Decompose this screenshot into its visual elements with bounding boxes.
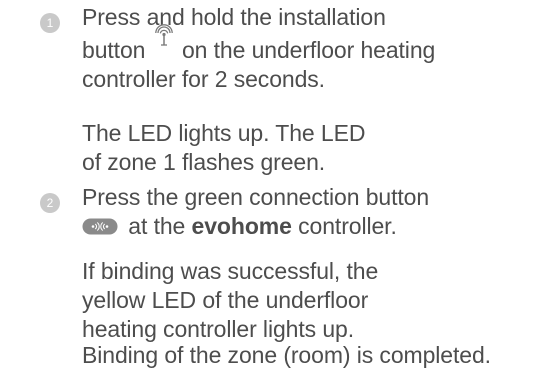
instruction-line-end: controller. xyxy=(298,213,397,239)
result-line: Binding of the zone (room) is completed. xyxy=(82,342,491,368)
result-line: yellow LED of the underfloor xyxy=(82,287,369,313)
step-number-badge: 1 xyxy=(40,13,60,33)
instruction-line: Press and hold the installation xyxy=(82,4,386,30)
step-2-result-success: If binding was successful, the yellow LE… xyxy=(82,257,552,344)
instruction-line-prefix: button xyxy=(82,37,146,63)
result-line: of zone 1 flashes green. xyxy=(82,149,326,175)
step-1-instruction: Press and hold the installation button o… xyxy=(82,3,552,94)
instruction-line: controller for 2 seconds. xyxy=(82,66,325,92)
result-line: heating controller lights up. xyxy=(82,316,354,342)
installation-signal-icon xyxy=(154,24,174,50)
step-2-result-completed: Binding of the zone (room) is completed. xyxy=(82,341,552,370)
instruction-line-suffix: on the underfloor heating xyxy=(181,37,436,63)
result-line: The LED lights up. The LED xyxy=(82,120,366,146)
result-line: If binding was successful, the xyxy=(82,258,379,284)
step-number-badge: 2 xyxy=(40,193,60,213)
instructions-page: 1 Press and hold the installation button… xyxy=(0,0,557,389)
instruction-line: Press the green connection button xyxy=(82,184,430,210)
step-1-result: The LED lights up. The LED of zone 1 fla… xyxy=(82,119,552,177)
brand-name: evohome xyxy=(191,213,292,239)
connection-button-icon xyxy=(82,213,118,235)
instruction-line-suffix: at the xyxy=(128,213,186,239)
step-2-instruction: Press the green connection button at the… xyxy=(82,183,552,241)
